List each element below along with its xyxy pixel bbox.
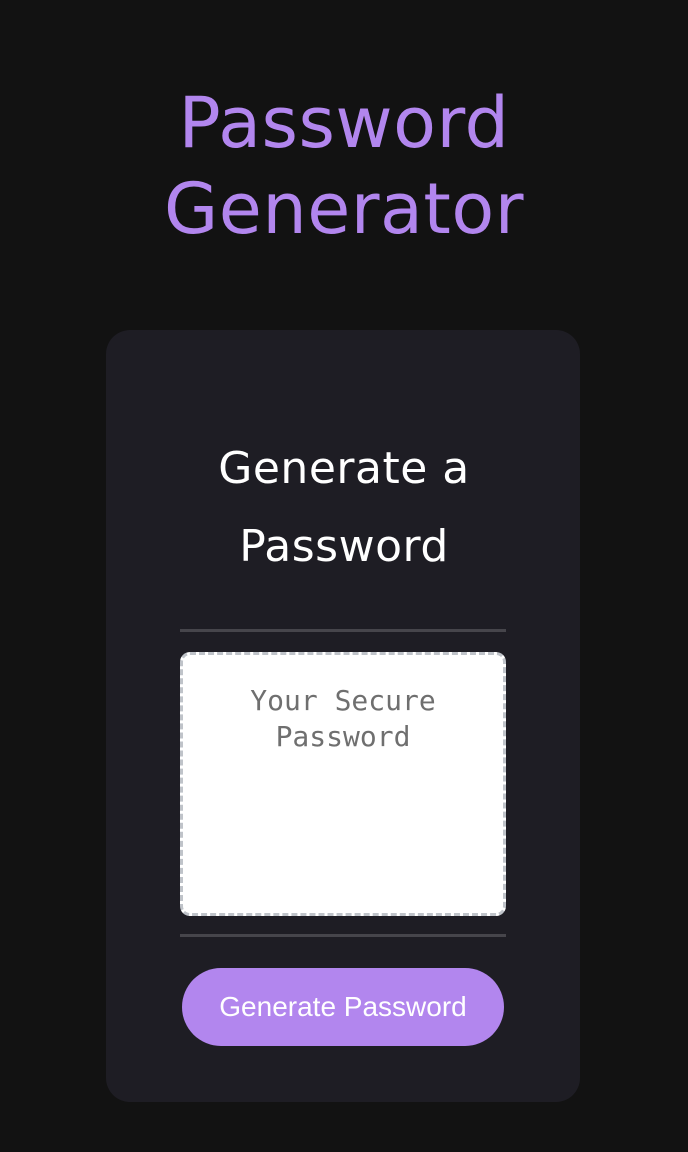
- app-title-line-1: Password: [178, 82, 510, 164]
- password-output[interactable]: [180, 652, 506, 916]
- card-heading-line-2: Password: [239, 521, 449, 572]
- app-title-line-2: Generator: [164, 168, 524, 250]
- app-title: Password Generator: [0, 80, 688, 252]
- top-divider: [180, 629, 506, 632]
- card-heading-line-1: Generate a: [218, 443, 470, 494]
- generate-password-button[interactable]: Generate Password: [182, 968, 504, 1046]
- bottom-divider: [180, 934, 506, 937]
- card-heading: Generate a Password: [0, 430, 688, 586]
